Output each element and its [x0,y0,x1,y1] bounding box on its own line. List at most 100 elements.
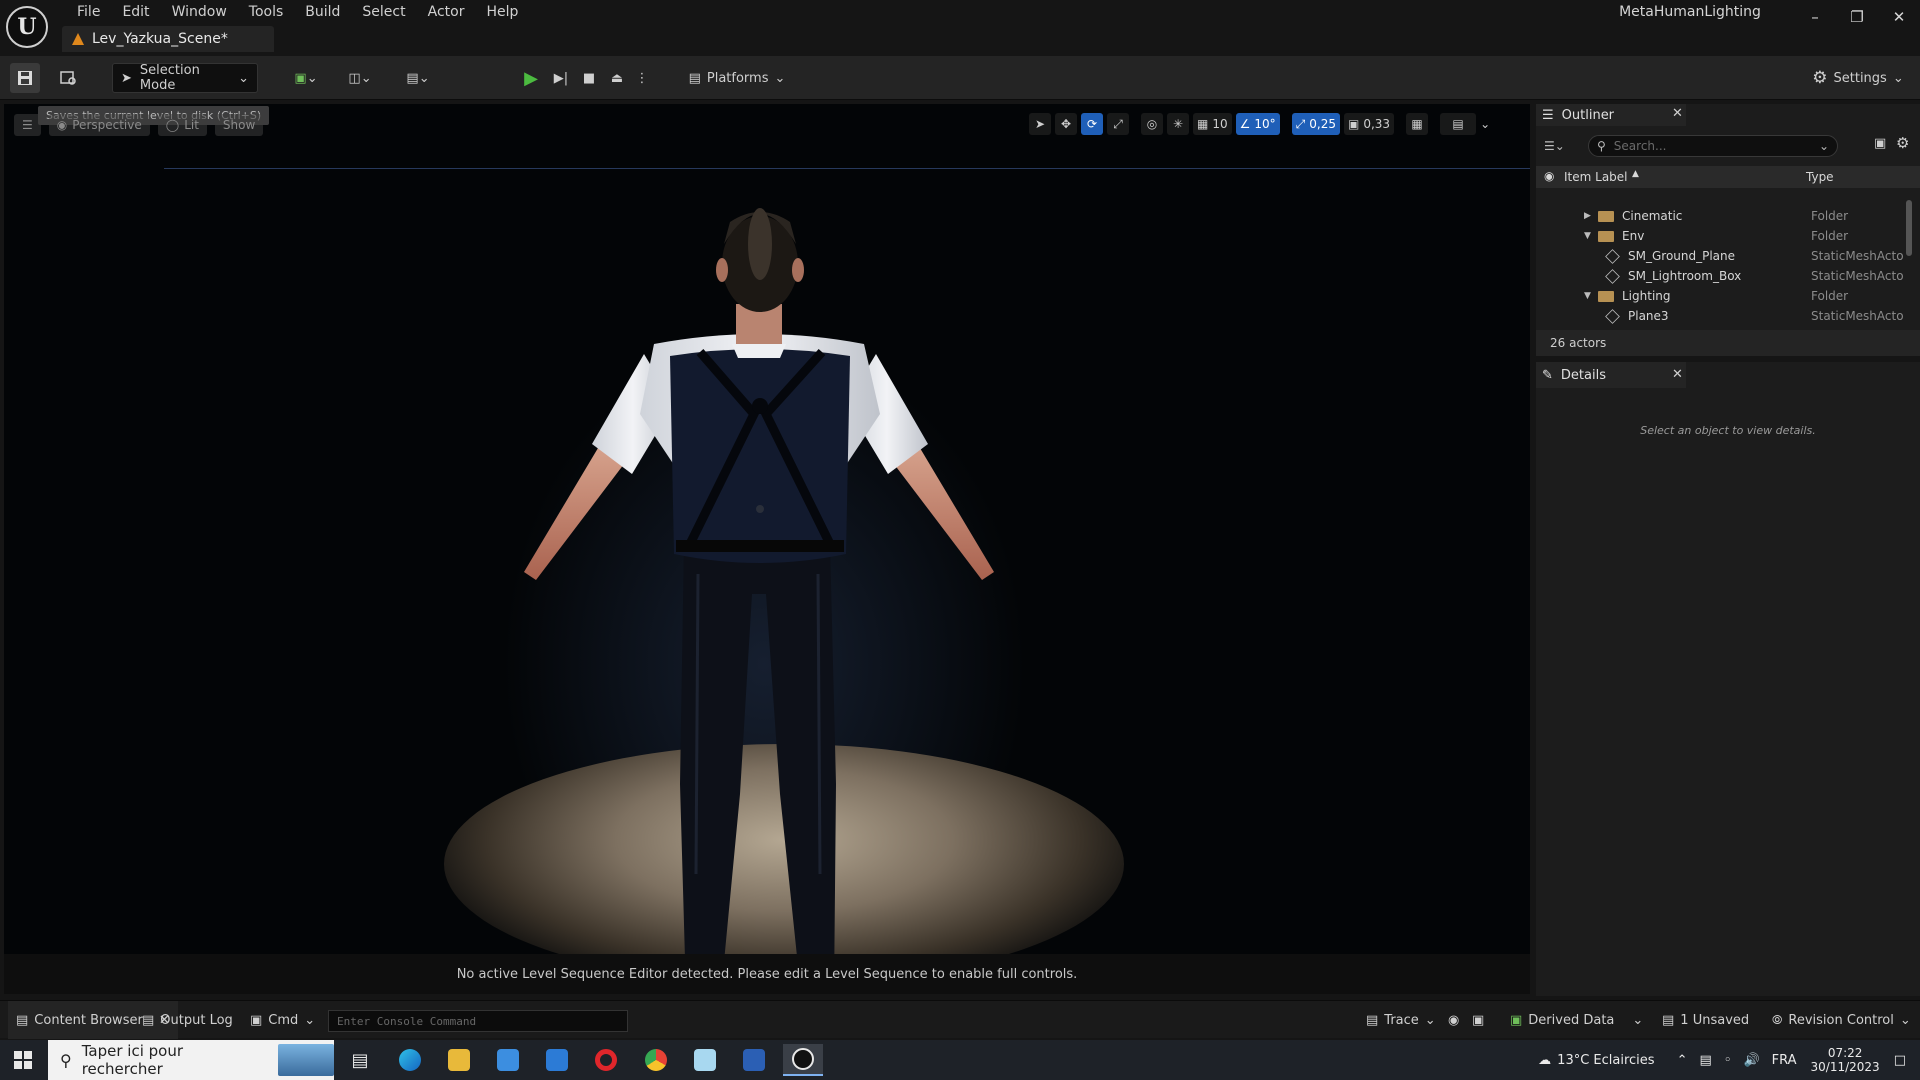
world-local-button[interactable]: ◎ [1141,113,1163,135]
viewport-options-button[interactable]: ▤ [1440,113,1477,135]
blueprint-button[interactable]: ◫ ⌄ [340,63,380,93]
chevron-down-icon[interactable]: ⌄ [1480,117,1490,131]
col-item-label[interactable]: Item Label [1564,170,1628,184]
outliner-scrollbar[interactable] [1906,200,1912,256]
menu-edit[interactable]: Edit [111,2,160,22]
paint-icon[interactable] [685,1044,725,1076]
collapse-arrow-icon[interactable]: ▼ [1584,291,1596,301]
translate-tool-button[interactable]: ✥ [1055,113,1077,135]
menu-build[interactable]: Build [294,2,351,22]
tree-row-env[interactable]: ▼ Env Folder [1536,226,1906,246]
show-button[interactable]: Show [214,114,264,136]
play-button[interactable]: ▶ [518,63,544,93]
menu-file[interactable]: File [66,2,111,22]
weather-text[interactable]: 13°C Eclaircies [1557,1053,1654,1068]
clock[interactable]: 07:22 30/11/2023 [1811,1046,1880,1074]
file-explorer-icon[interactable] [439,1044,479,1076]
camera-speed-button[interactable]: ▣ 0,33 [1344,113,1395,135]
level-viewport[interactable]: Saves the current level to disk (Ctrl+S)… [4,104,1530,954]
col-type[interactable]: Type [1806,170,1834,184]
battery-icon[interactable]: ▤ [1699,1053,1711,1068]
viewport-menu-button[interactable]: ☰ [14,114,41,136]
eye-icon[interactable]: ◉ [1544,169,1554,183]
browse-button[interactable] [54,63,84,93]
expand-arrow-icon[interactable]: ▶ [1584,211,1596,221]
platforms-dropdown[interactable]: ▤ Platforms ⌄ [682,63,792,93]
menu-window[interactable]: Window [161,2,238,22]
store-icon[interactable] [488,1044,528,1076]
tree-row-cinematic[interactable]: ▶ Cinematic Folder [1536,206,1906,226]
tab-outliner[interactable]: ☰ Outliner [1536,104,1686,126]
taskbar-search-input[interactable]: ⚲ Taper ici pour rechercher [48,1040,334,1080]
tree-row-sm-ground-plane[interactable]: SM_Ground_Plane StaticMeshActo [1536,246,1906,266]
tab-details[interactable]: ✎ Details [1536,362,1686,388]
selection-mode-dropdown[interactable]: ➤ Selection Mode ⌄ [112,63,258,93]
chevron-up-icon[interactable]: ⌃ [1677,1053,1688,1068]
lit-button[interactable]: ◯ Lit [157,114,207,136]
menu-select[interactable]: Select [351,2,416,22]
settings-dropdown[interactable]: ⚙ Settings ⌄ [1808,63,1908,93]
grid-snap-button[interactable]: ▦ 10 [1193,113,1232,135]
tab-level[interactable]: Lev_Yazkua_Scene* [62,26,274,52]
close-icon[interactable]: ✕ [1672,367,1683,382]
gear-icon[interactable]: ⚙ [1896,134,1909,152]
menu-actor[interactable]: Actor [417,2,476,22]
restore-icon[interactable]: ❐ [1836,0,1878,34]
cmd-dropdown[interactable]: ▣ Cmd ⌄ [250,1001,315,1039]
menu-help[interactable]: Help [475,2,529,22]
tree-row-sm-lightroom-box[interactable]: SM_Lightroom_Box StaticMeshActo [1536,266,1906,286]
rotate-tool-button[interactable]: ⟳ [1081,113,1103,135]
start-button[interactable] [0,1040,46,1080]
screenshot-button[interactable]: ▣ [1472,1001,1484,1039]
task-view-icon[interactable]: ▤ [340,1044,380,1076]
tree-row-plane3[interactable]: Plane3 StaticMeshActo [1536,306,1906,326]
add-folder-icon[interactable]: ▣ [1874,136,1886,151]
perspective-button[interactable]: ◉ Perspective [48,114,150,136]
unreal-engine-taskbar-icon[interactable] [783,1044,823,1076]
content-browse-icon [60,71,76,85]
outliner-panel: ☰ Outliner ✕ ☰⌄ ⚲ Search... ⌄ ▣ ⚙ ◉ Item… [1536,104,1920,356]
edge-icon[interactable] [390,1044,430,1076]
close-icon[interactable]: ✕ [1672,106,1683,121]
surface-snap-button[interactable]: ✳ [1167,113,1189,135]
tree-row-lighting[interactable]: ▼ Lighting Folder [1536,286,1906,306]
derived-data-dropdown[interactable]: ▣ Derived Data ⌄ [1510,1001,1643,1039]
rotation-snap-button[interactable]: ∠ 10° [1235,113,1280,135]
layout-button[interactable]: ▦ [1406,113,1429,135]
revision-control-dropdown[interactable]: ⦾ Revision Control ⌄ [1772,1001,1911,1039]
notifications-icon[interactable]: □ [1894,1053,1906,1068]
wifi-icon[interactable]: ◦ [1724,1053,1732,1068]
add-actor-button[interactable]: ▣ ⌄ [286,63,326,93]
eject-button[interactable]: ⏏ [604,63,630,93]
volume-icon[interactable]: 🔊 [1743,1053,1759,1068]
outliner-search-input[interactable]: ⚲ Search... ⌄ [1588,135,1838,157]
weather-icon[interactable]: ☁ [1538,1053,1551,1068]
stop-button[interactable]: ■ [576,63,602,93]
language-indicator[interactable]: FRA [1772,1053,1797,1068]
trace-icon: ▤ [1366,1012,1379,1028]
collapse-arrow-icon[interactable]: ▼ [1584,231,1596,241]
close-icon[interactable]: ✕ [1878,0,1920,34]
save-button[interactable] [10,63,40,93]
trace-dropdown[interactable]: ▤ Trace ⌄ [1366,1001,1436,1039]
scale-tool-button[interactable]: ⤢ [1107,113,1129,135]
filter-button[interactable]: ☰⌄ [1544,136,1572,156]
play-options-button[interactable]: ⋮ [632,63,652,93]
content-browser-label: Content Browser [34,1012,143,1028]
output-log-icon: ▤ [142,1012,155,1028]
select-tool-button[interactable]: ➤ [1029,113,1051,135]
unsaved-button[interactable]: ▤ 1 Unsaved [1662,1001,1749,1039]
menu-tools[interactable]: Tools [238,2,295,22]
chrome-icon[interactable] [636,1044,676,1076]
minimize-icon[interactable]: – [1794,0,1836,34]
cinematics-button[interactable]: ▤ ⌄ [398,63,438,93]
advance-frame-button[interactable]: ▶​| [548,63,574,93]
opera-icon[interactable] [586,1044,626,1076]
record-button[interactable]: ◉ [1448,1001,1459,1039]
console-command-input[interactable]: Enter Console Command [328,1010,628,1032]
mail-icon[interactable] [537,1044,577,1076]
word-icon[interactable] [734,1044,774,1076]
scale-snap-button[interactable]: ⤢ 0,25 [1291,113,1340,135]
output-log-button[interactable]: ▤ Output Log [142,1001,233,1039]
unreal-logo-icon[interactable]: U [6,6,48,48]
